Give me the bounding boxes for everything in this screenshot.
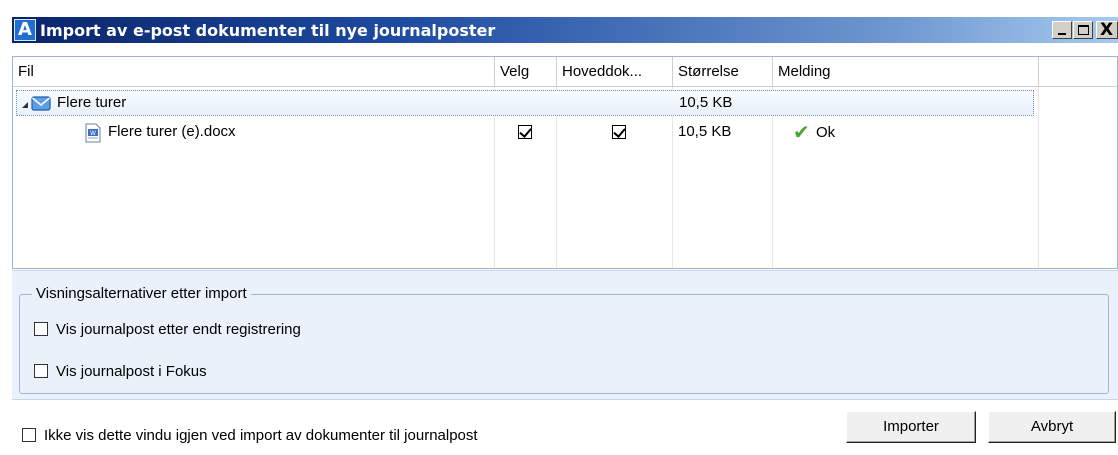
- dont-show-again-checkbox[interactable]: [22, 428, 36, 442]
- envelope-icon: [31, 96, 51, 111]
- show-in-focus-checkbox[interactable]: [34, 364, 48, 378]
- hoveddok-checkbox[interactable]: [612, 125, 626, 139]
- dont-show-again-label[interactable]: Ikke vis dette vindu igjen ved import av…: [44, 426, 478, 446]
- column-header-melding[interactable]: Melding: [773, 57, 1039, 87]
- column-header-fil[interactable]: Fil: [13, 57, 495, 87]
- document-name: Flere turer (e).docx: [108, 123, 236, 140]
- word-document-icon: W: [85, 123, 101, 143]
- column-header-velg[interactable]: Velg: [495, 57, 557, 87]
- column-divider: [1038, 87, 1039, 268]
- column-header-storrelse[interactable]: Størrelse: [673, 57, 773, 87]
- velg-checkbox[interactable]: [518, 125, 532, 139]
- options-legend: Visningsalternativer etter import: [32, 285, 251, 303]
- app-logo-icon: A: [14, 19, 36, 41]
- email-size: 10,5 KB: [679, 94, 733, 111]
- maximize-button[interactable]: [1073, 21, 1093, 39]
- email-name: Flere turer: [57, 94, 127, 111]
- close-icon: X: [1100, 20, 1114, 40]
- svg-text:W: W: [90, 130, 96, 137]
- column-header-hoveddok[interactable]: Hoveddok...: [557, 57, 673, 87]
- maximize-icon: [1078, 25, 1089, 35]
- checkmark-icon: ✔: [793, 120, 810, 144]
- collapse-arrow-icon[interactable]: [22, 102, 28, 108]
- import-button[interactable]: Importer: [846, 411, 976, 443]
- show-in-focus-label[interactable]: Vis journalpost i Fokus: [56, 362, 207, 382]
- show-after-registration-label[interactable]: Vis journalpost etter endt registrering: [56, 320, 301, 340]
- document-size: 10,5 KB: [678, 123, 732, 140]
- show-after-registration-checkbox[interactable]: [34, 322, 48, 336]
- window-title: Import av e-post dokumenter til nye jour…: [40, 21, 496, 40]
- email-row[interactable]: Flere turer 10,5 KB: [16, 90, 1034, 116]
- document-row[interactable]: W Flere turer (e).docx 10,5 KB ✔ Ok: [16, 119, 1034, 147]
- options-panel: Visningsalternativer etter import Vis jo…: [12, 270, 1118, 400]
- minimize-button[interactable]: [1052, 21, 1072, 39]
- minimize-icon: [1058, 33, 1066, 35]
- file-grid[interactable]: Fil Velg Hoveddok... Størrelse Melding F…: [12, 56, 1118, 269]
- cancel-button[interactable]: Avbryt: [988, 411, 1116, 443]
- close-button[interactable]: X: [1096, 20, 1118, 40]
- title-bar: A Import av e-post dokumenter til nye jo…: [0, 0, 1118, 44]
- grid-header: Fil Velg Hoveddok... Størrelse Melding: [13, 57, 1117, 87]
- status-message: Ok: [816, 124, 836, 141]
